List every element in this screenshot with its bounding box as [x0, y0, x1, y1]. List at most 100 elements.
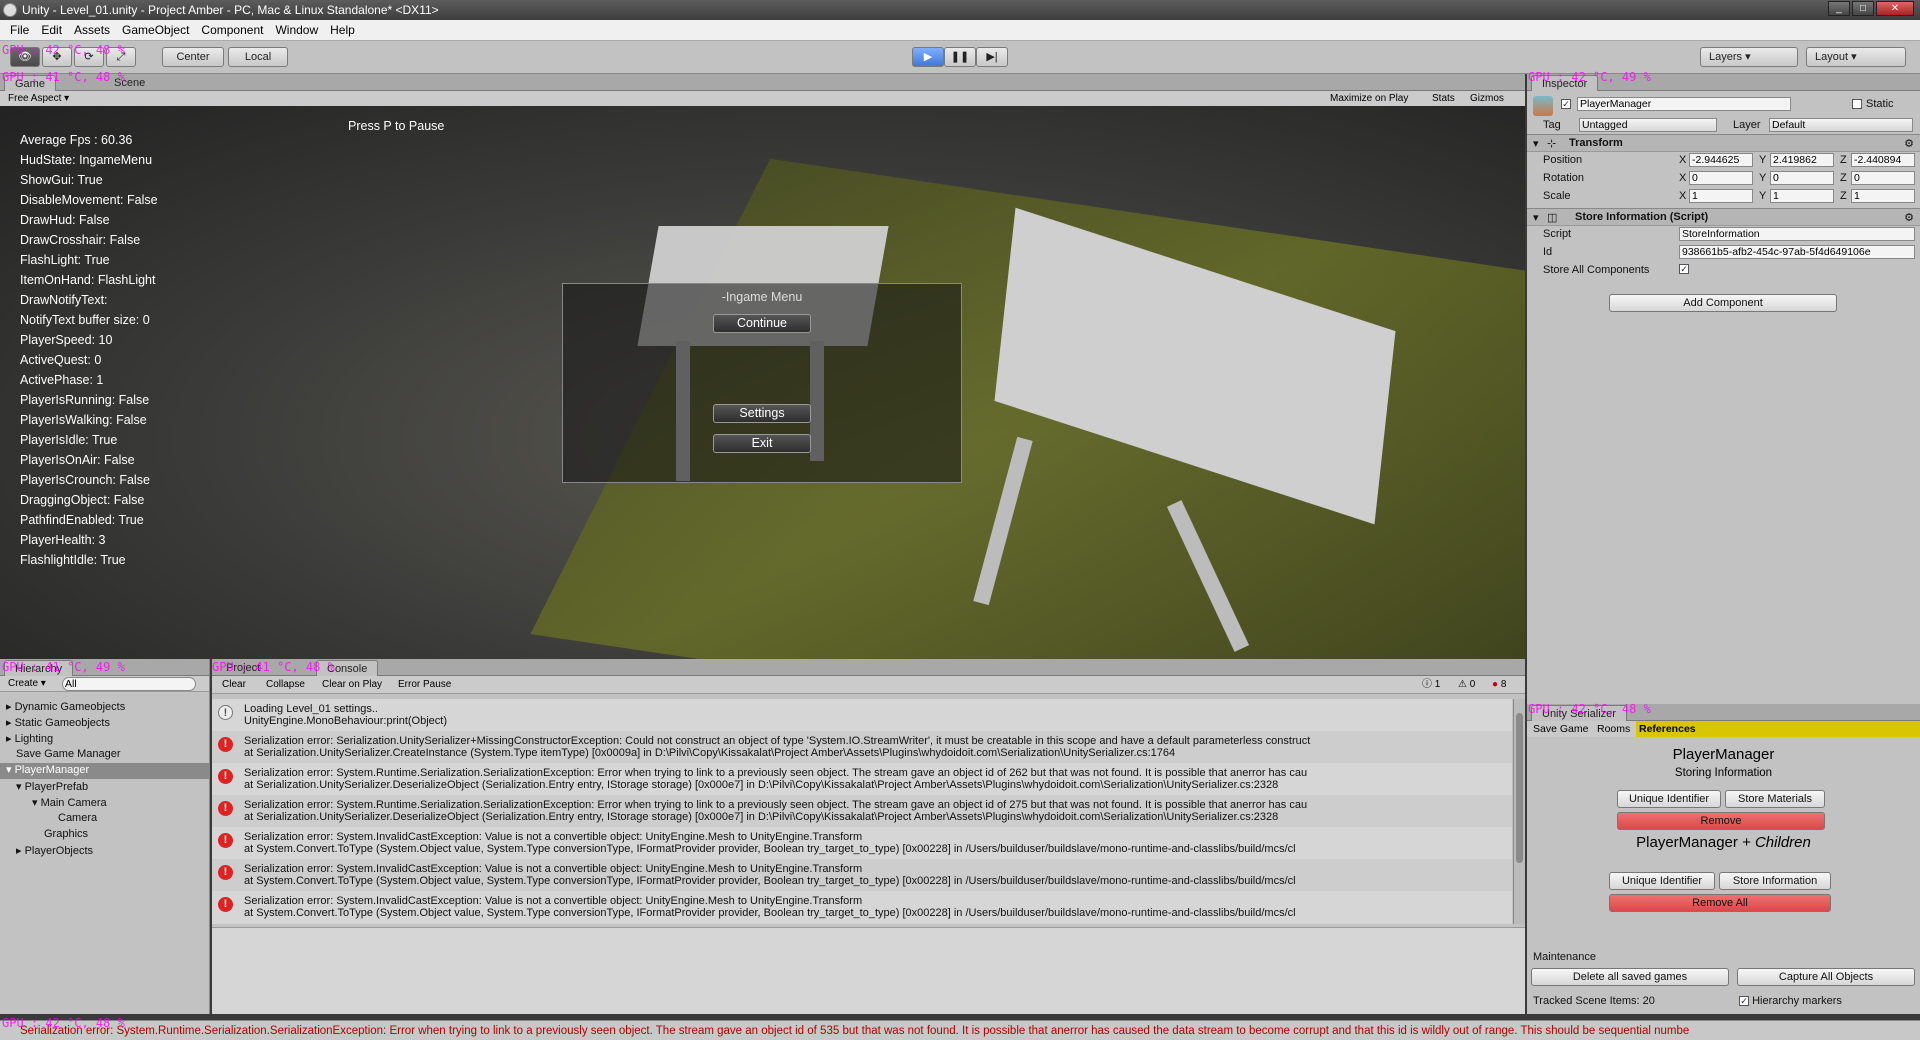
unity-logo-icon — [3, 3, 17, 17]
status-bar[interactable]: Serialization error: System.Runtime.Seri… — [0, 1020, 1920, 1040]
menu-help[interactable]: Help — [324, 23, 361, 37]
id-field[interactable]: 938661b5-afb2-454c-97ab-5f4d649106e — [1679, 245, 1915, 259]
hierarchy-item[interactable]: ▸ Lighting — [6, 732, 53, 745]
menu-window[interactable]: Window — [269, 23, 324, 37]
menu-file[interactable]: File — [4, 23, 35, 37]
collapse-button[interactable]: Collapse — [266, 677, 305, 692]
pivot-center-button[interactable]: Center — [162, 47, 224, 67]
minimize-icon[interactable]: _ — [1828, 1, 1850, 16]
debug-line: ActiveQuest: 0 — [20, 353, 102, 367]
delete-all-saved-games-button[interactable]: Delete all saved games — [1531, 968, 1729, 986]
hierarchy-item[interactable]: ▸ Dynamic Gameobjects — [6, 700, 125, 713]
pause-hint: Press P to Pause — [348, 119, 445, 133]
position-z-field[interactable]: -2.440894 — [1851, 153, 1915, 167]
aspect-dropdown[interactable]: Free Aspect ▾ — [8, 91, 69, 106]
scale-y-field[interactable]: 1 — [1770, 189, 1834, 203]
stats-toggle[interactable]: Stats — [1432, 91, 1455, 106]
hierarchy-item[interactable]: Graphics — [44, 828, 88, 840]
hierarchy-item[interactable]: Camera — [58, 812, 97, 824]
store-info-header[interactable]: ▾ ◫ Store Information (Script) ⚙ — [1527, 208, 1920, 226]
hierarchy-item-selected[interactable]: ▾ PlayerManager — [0, 763, 209, 779]
position-x-field[interactable]: -2.944625 — [1689, 153, 1753, 167]
menu-component[interactable]: Component — [195, 23, 269, 37]
tab-rooms[interactable]: Rooms — [1591, 721, 1637, 737]
position-label: Position — [1543, 154, 1583, 166]
scale-x-field[interactable]: 1 — [1689, 189, 1753, 203]
tracked-items-label: Tracked Scene Items: 20 — [1533, 995, 1655, 1007]
hierarchy-item[interactable]: ▸ Static Gameobjects — [6, 716, 110, 729]
active-checkbox[interactable]: ✓ — [1561, 99, 1571, 109]
serializer-subtitle: Storing Information — [1674, 767, 1773, 779]
info-count-toggle[interactable]: ⓘ 1 — [1422, 677, 1440, 692]
store-information-button[interactable]: Store Information — [1719, 872, 1831, 890]
maximize-on-play-toggle[interactable]: Maximize on Play — [1330, 91, 1408, 106]
close-icon[interactable]: ✕ — [1876, 1, 1914, 16]
layers-dropdown[interactable]: Layers ▾ — [1700, 47, 1798, 67]
warning-icon: ⚠ — [1458, 679, 1467, 690]
debug-line: Average Fps : 60.36 — [20, 133, 133, 147]
hierarchy-item[interactable]: Save Game Manager — [16, 748, 121, 760]
play-button[interactable]: ▶ — [912, 47, 944, 67]
pause-button[interactable]: ❚❚ — [944, 47, 976, 67]
exit-button[interactable]: Exit — [713, 434, 811, 453]
static-checkbox[interactable] — [1852, 99, 1862, 109]
unique-identifier-button[interactable]: Unique Identifier — [1617, 790, 1721, 808]
unique-identifier-children-button[interactable]: Unique Identifier — [1609, 872, 1715, 890]
rotation-y-field[interactable]: 0 — [1770, 171, 1834, 185]
position-y-field[interactable]: 2.419862 — [1770, 153, 1834, 167]
rotation-x-field[interactable]: 0 — [1689, 171, 1753, 185]
hierarchy-markers-checkbox[interactable]: ✓ — [1739, 996, 1749, 1007]
gizmos-dropdown[interactable]: Gizmos — [1470, 91, 1504, 106]
create-dropdown[interactable]: Create ▾ — [8, 676, 46, 691]
remove-all-button[interactable]: Remove All — [1609, 894, 1831, 912]
remove-button[interactable]: Remove — [1617, 812, 1825, 830]
game-viewport[interactable]: Press P to Pause Average Fps : 60.36 Hud… — [0, 106, 1525, 659]
console-scrollbar[interactable] — [1513, 699, 1525, 924]
tag-dropdown[interactable]: Untagged — [1579, 118, 1717, 132]
script-field[interactable]: StoreInformation — [1679, 227, 1915, 241]
console-panel: Project Console Clear Collapse Clear on … — [212, 659, 1525, 1014]
menu-edit[interactable]: Edit — [35, 23, 68, 37]
error-pause-toggle[interactable]: Error Pause — [398, 677, 451, 692]
hierarchy-search-input[interactable]: All — [62, 677, 196, 691]
log-entry[interactable]: ! Serialization error: System.Runtime.Ser… — [212, 795, 1512, 827]
name-field[interactable]: PlayerManager — [1577, 97, 1791, 111]
layout-dropdown[interactable]: Layout ▾ — [1806, 47, 1906, 67]
maximize-icon[interactable]: □ — [1852, 1, 1874, 16]
log-entry[interactable]: ! Serialization error: System.InvalidCast… — [212, 859, 1512, 891]
clear-on-play-toggle[interactable]: Clear on Play — [322, 677, 382, 692]
log-entry[interactable]: ! Serialization error: Serialization.Unit… — [212, 731, 1512, 763]
hierarchy-item[interactable]: ▾ Main Camera — [32, 796, 107, 809]
continue-button[interactable]: Continue — [713, 314, 811, 333]
gear-icon[interactable]: ⚙ — [1904, 137, 1914, 150]
scrollbar-thumb[interactable] — [1516, 713, 1523, 863]
store-materials-button[interactable]: Store Materials — [1725, 790, 1825, 808]
hierarchy-item[interactable]: ▸ PlayerObjects — [16, 844, 93, 857]
log-entry[interactable]: ! Serialization error: System.InvalidCast… — [212, 827, 1512, 859]
layer-dropdown[interactable]: Default — [1769, 118, 1913, 132]
debug-line: PlayerHealth: 3 — [20, 533, 106, 547]
clear-button[interactable]: Clear — [222, 677, 246, 692]
warning-count-toggle[interactable]: ⚠ 0 — [1458, 677, 1475, 692]
log-entry[interactable]: ! Loading Level_01 settings.. UnityEngine.… — [212, 699, 1512, 731]
settings-button[interactable]: Settings — [713, 404, 811, 423]
add-component-button[interactable]: Add Component — [1609, 294, 1837, 312]
gear-icon[interactable]: ⚙ — [1904, 211, 1914, 224]
step-button[interactable]: ▶| — [976, 47, 1008, 67]
hierarchy-item[interactable]: ▾ PlayerPrefab — [16, 780, 88, 793]
rotation-z-field[interactable]: 0 — [1851, 171, 1915, 185]
log-entry[interactable]: ! Serialization error: System.Runtime.Ser… — [212, 763, 1512, 795]
menu-gameobject[interactable]: GameObject — [116, 23, 195, 37]
tab-references[interactable]: References — [1633, 721, 1702, 737]
console-toolbar: Clear Collapse Clear on Play Error Pause… — [212, 676, 1525, 694]
hierarchy-markers-toggle[interactable]: ✓ Hierarchy markers — [1739, 995, 1842, 1007]
pivot-local-button[interactable]: Local — [228, 47, 288, 67]
scale-z-field[interactable]: 1 — [1851, 189, 1915, 203]
transform-header[interactable]: ▾ ⊹ Transform ⚙ — [1527, 134, 1920, 152]
store-all-checkbox[interactable]: ✓ — [1679, 264, 1689, 274]
tab-save-game[interactable]: Save Game — [1527, 721, 1595, 737]
log-entry[interactable]: ! Serialization error: System.InvalidCast… — [212, 891, 1512, 923]
menu-assets[interactable]: Assets — [68, 23, 116, 37]
capture-all-objects-button[interactable]: Capture All Objects — [1737, 968, 1915, 986]
error-count-toggle[interactable]: ● 8 — [1492, 677, 1506, 692]
